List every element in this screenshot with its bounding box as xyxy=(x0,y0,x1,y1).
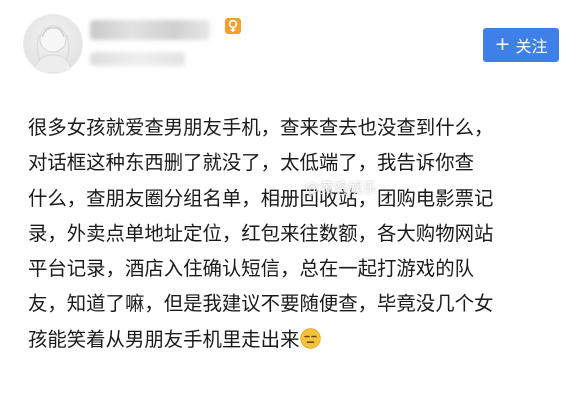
post-line: 录，外卖点单地址定位，红包来往数额，各大购物网站 xyxy=(28,221,494,245)
post-line: 平台记录，酒店入住确认短信，总在一起打游戏的队 xyxy=(28,257,474,281)
post-line: 友，知道了嘛，但是我建议不要随便查，毕竟没几个女 xyxy=(28,292,494,316)
username-blurred[interactable] xyxy=(90,20,210,40)
post-text: 很多女孩就爱查男朋友手机，查来查去也没查到什么， 对话框这种东西删了就没了，太低… xyxy=(28,110,568,360)
plus-icon: + xyxy=(494,32,511,55)
avatar[interactable] xyxy=(23,14,83,74)
post-line: 什么，查朋友圈分组名单，相册回收站，团购电影票记 xyxy=(28,186,494,210)
post-line: 对话框这种东西删了就没了，太低端了，我告诉你查 xyxy=(28,151,474,175)
post-line-text: 孩能笑着从男朋友手机里走出来 xyxy=(28,327,300,351)
follow-button[interactable]: + 关注 xyxy=(483,28,559,62)
post-meta-blurred xyxy=(90,52,185,66)
avatar-image xyxy=(33,25,73,73)
post-line-last: 孩能笑着从男朋友手机里走出来 xyxy=(28,322,568,360)
watermark: @黄鸡娱乐 xyxy=(305,181,378,197)
post-header: + 关注 xyxy=(0,0,585,90)
unamused-face-icon xyxy=(300,325,322,360)
female-icon xyxy=(225,18,241,34)
follow-button-label: 关注 xyxy=(515,37,548,56)
post-line: 很多女孩就爱查男朋友手机，查来查去也没查到什么， xyxy=(28,116,494,139)
